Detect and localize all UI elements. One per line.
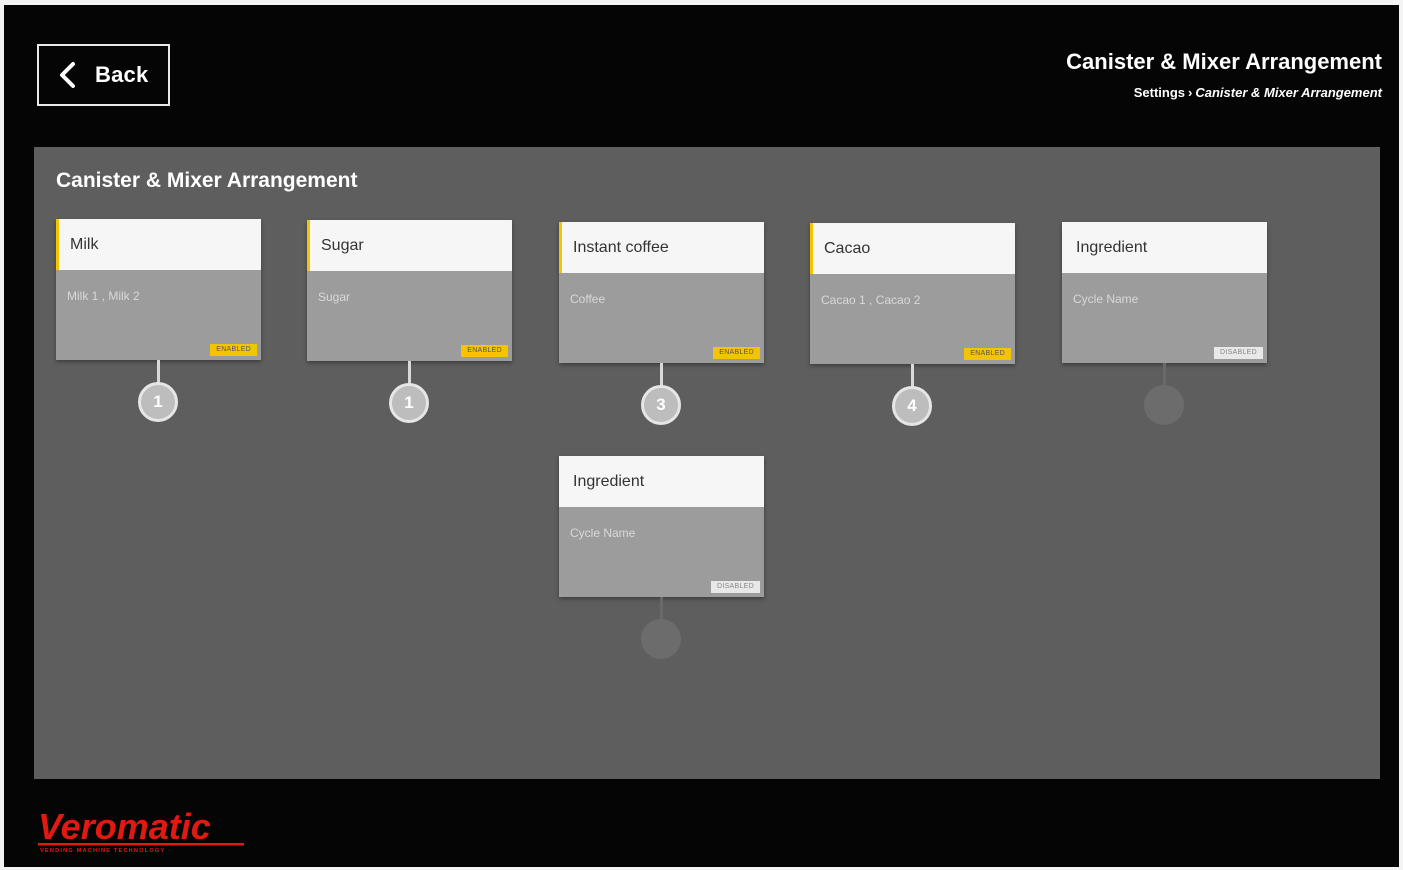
panel-title: Canister & Mixer Arrangement xyxy=(56,169,358,192)
card-connector xyxy=(660,363,663,387)
arrangement-panel: Canister & Mixer Arrangement Milk Milk 1… xyxy=(34,147,1380,779)
status-badge: ENABLED xyxy=(713,347,760,359)
card-connector xyxy=(911,364,914,388)
card-connector xyxy=(660,597,663,621)
canister-card-ingredient[interactable]: Ingredient Cycle Name DISABLED xyxy=(1062,222,1267,363)
chevron-left-icon xyxy=(60,62,75,88)
status-badge: DISABLED xyxy=(710,581,760,593)
status-badge: DISABLED xyxy=(1213,347,1263,359)
status-badge: ENABLED xyxy=(461,345,508,357)
status-badge: ENABLED xyxy=(964,348,1011,360)
breadcrumb: Settings › Canister & Mixer Arrangement xyxy=(1134,85,1382,100)
breadcrumb-settings[interactable]: Settings xyxy=(1134,85,1185,100)
card-connector xyxy=(157,360,160,384)
logo-tagline: VENDING MACHINE TECHNOLOGY xyxy=(40,848,165,854)
canister-card-title: Milk xyxy=(56,219,261,270)
mixer-slot-badge-empty[interactable] xyxy=(641,619,681,659)
mixer-slot-badge[interactable]: 1 xyxy=(389,383,429,423)
canister-card-instant-coffee[interactable]: Instant coffee Coffee ENABLED xyxy=(559,222,764,363)
canister-card-subtitle: Milk 1 , Milk 2 xyxy=(67,289,140,303)
back-button[interactable]: Back xyxy=(37,44,170,106)
canister-card-title: Ingredient xyxy=(559,456,764,507)
status-badge: ENABLED xyxy=(210,344,257,356)
canister-card-subtitle: Coffee xyxy=(570,292,606,306)
canister-card-title: Sugar xyxy=(307,220,512,271)
canister-card-subtitle: Cacao 1 , Cacao 2 xyxy=(821,293,921,307)
page-title: Canister & Mixer Arrangement xyxy=(1066,49,1382,74)
canister-card-subtitle: Cycle Name xyxy=(570,526,636,540)
canister-card-cacao[interactable]: Cacao Cacao 1 , Cacao 2 ENABLED xyxy=(810,223,1015,364)
mixer-slot-badge[interactable]: 4 xyxy=(892,386,932,426)
app-screen: Back Canister & Mixer Arrangement Settin… xyxy=(4,5,1399,867)
canister-card-subtitle: Cycle Name xyxy=(1073,292,1139,306)
breadcrumb-current: Canister & Mixer Arrangement xyxy=(1195,85,1382,100)
canister-card-sugar[interactable]: Sugar Sugar ENABLED xyxy=(307,220,512,361)
canister-card-title: Cacao xyxy=(810,223,1015,274)
canister-card-subtitle: Sugar xyxy=(318,290,351,304)
veromatic-logo: Veromatic VENDING MACHINE TECHNOLOGY xyxy=(38,806,244,854)
back-button-label: Back xyxy=(95,62,149,87)
mixer-slot-badge[interactable]: 3 xyxy=(641,385,681,425)
canister-card-ingredient[interactable]: Ingredient Cycle Name DISABLED xyxy=(559,456,764,597)
canister-card-title: Instant coffee xyxy=(559,222,764,273)
logo-wordmark: Veromatic xyxy=(38,806,211,847)
mixer-slot-badge[interactable]: 1 xyxy=(138,382,178,422)
mixer-slot-badge-empty[interactable] xyxy=(1144,385,1184,425)
card-connector xyxy=(1163,363,1166,387)
canister-card-title: Ingredient xyxy=(1062,222,1267,273)
card-connector xyxy=(408,361,411,385)
canister-card-milk[interactable]: Milk Milk 1 , Milk 2 ENABLED xyxy=(56,219,261,360)
breadcrumb-separator: › xyxy=(1188,85,1193,100)
